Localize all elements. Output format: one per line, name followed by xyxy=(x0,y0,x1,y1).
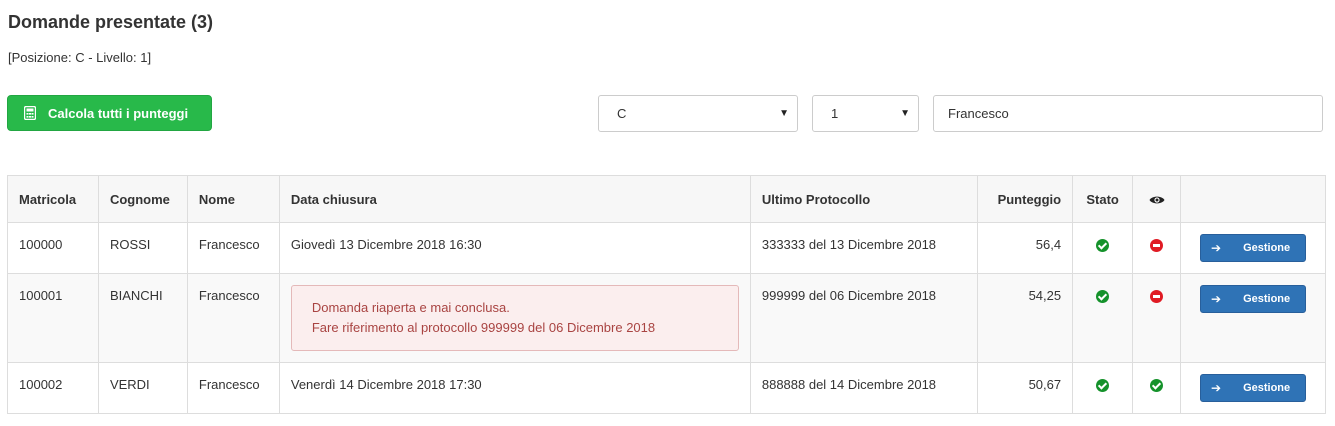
arrow-right-icon: ➔ xyxy=(1211,241,1222,255)
gestione-button[interactable]: ➔ Gestione xyxy=(1200,234,1307,262)
cell-matricola: 100000 xyxy=(7,222,99,274)
cell-matricola: 100002 xyxy=(7,362,99,414)
cell-data-chiusura: Domanda riaperta e mai conclusa. Fare ri… xyxy=(278,273,751,363)
cell-stato xyxy=(1072,222,1134,274)
cell-data-chiusura: Venerdì 14 Dicembre 2018 17:30 xyxy=(278,362,751,414)
cell-stato xyxy=(1072,273,1134,363)
check-circle-icon xyxy=(1150,379,1164,393)
position-level-subtitle: [Posizione: C - Livello: 1] xyxy=(8,50,152,65)
col-actions xyxy=(1180,175,1326,223)
arrow-right-icon: ➔ xyxy=(1211,292,1222,306)
cell-actions: ➔ Gestione xyxy=(1180,273,1326,363)
livello-select-value: 1 xyxy=(831,106,839,121)
alert-line-1: Domanda riaperta e mai conclusa. xyxy=(311,300,510,315)
calculator-icon xyxy=(24,106,36,120)
cell-cognome: VERDI xyxy=(97,362,188,414)
gestione-button[interactable]: ➔ Gestione xyxy=(1200,285,1307,313)
cell-protocollo: 888888 del 14 Dicembre 2018 xyxy=(749,362,979,414)
gestione-label: Gestione xyxy=(1243,382,1291,394)
table-header-row: Matricola Cognome Nome Data chiusura Ult… xyxy=(7,175,1326,223)
search-input[interactable] xyxy=(933,95,1323,132)
gestione-label: Gestione xyxy=(1243,242,1291,254)
minus-circle-icon xyxy=(1150,290,1164,304)
check-circle-icon xyxy=(1096,239,1110,253)
cell-protocollo: 333333 del 13 Dicembre 2018 xyxy=(749,222,979,274)
col-visibility xyxy=(1132,175,1182,223)
cell-stato xyxy=(1072,362,1134,414)
gestione-button[interactable]: ➔ Gestione xyxy=(1200,374,1307,402)
cell-cognome: ROSSI xyxy=(97,222,188,274)
cell-punteggio: 56,4 xyxy=(977,222,1074,274)
cell-visibility xyxy=(1132,273,1182,363)
col-ultimo-protocollo[interactable]: Ultimo Protocollo xyxy=(749,175,979,223)
cell-nome: Francesco xyxy=(186,273,280,363)
col-nome[interactable]: Nome xyxy=(186,175,280,223)
col-matricola[interactable]: Matricola xyxy=(7,175,99,223)
cell-visibility xyxy=(1132,222,1182,274)
table-row: 100002 VERDI Francesco Venerdì 14 Dicemb… xyxy=(7,362,1326,414)
cell-cognome: BIANCHI xyxy=(97,273,188,363)
page-title: Domande presentate (3) xyxy=(8,12,214,32)
reopened-alert: Domanda riaperta e mai conclusa. Fare ri… xyxy=(290,285,739,351)
col-punteggio[interactable]: Punteggio xyxy=(977,175,1074,223)
cell-actions: ➔ Gestione xyxy=(1180,222,1326,274)
col-data-chiusura[interactable]: Data chiusura xyxy=(278,175,751,223)
cell-actions: ➔ Gestione xyxy=(1180,362,1326,414)
posizione-select[interactable]: C ▼ xyxy=(598,95,798,132)
cell-protocollo: 999999 del 06 Dicembre 2018 xyxy=(749,273,979,363)
chevron-down-icon: ▼ xyxy=(779,108,789,119)
cell-punteggio: 50,67 xyxy=(977,362,1074,414)
cell-visibility xyxy=(1132,362,1182,414)
calculate-all-scores-button[interactable]: Calcola tutti i punteggi xyxy=(7,95,212,131)
eye-icon xyxy=(1149,192,1165,207)
cell-matricola: 100001 xyxy=(7,273,99,363)
cell-data-chiusura: Giovedì 13 Dicembre 2018 16:30 xyxy=(278,222,751,274)
cell-nome: Francesco xyxy=(186,362,280,414)
table-row: 100001 BIANCHI Francesco Domanda riapert… xyxy=(7,273,1326,363)
table-row: 100000 ROSSI Francesco Giovedì 13 Dicemb… xyxy=(7,222,1326,274)
posizione-select-value: C xyxy=(617,106,627,121)
gestione-label: Gestione xyxy=(1243,293,1291,305)
check-circle-icon xyxy=(1096,379,1110,393)
livello-select[interactable]: 1 ▼ xyxy=(812,95,919,132)
calculate-all-scores-label: Calcola tutti i punteggi xyxy=(48,105,189,121)
col-stato[interactable]: Stato xyxy=(1072,175,1134,223)
cell-nome: Francesco xyxy=(186,222,280,274)
col-cognome[interactable]: Cognome xyxy=(97,175,188,223)
chevron-down-icon: ▼ xyxy=(900,108,910,119)
check-circle-icon xyxy=(1096,290,1110,304)
minus-circle-icon xyxy=(1150,239,1164,253)
cell-punteggio: 54,25 xyxy=(977,273,1074,363)
alert-line-2: Fare riferimento al protocollo 999999 de… xyxy=(311,320,656,335)
applications-table: Matricola Cognome Nome Data chiusura Ult… xyxy=(7,175,1326,414)
arrow-right-icon: ➔ xyxy=(1211,381,1222,395)
